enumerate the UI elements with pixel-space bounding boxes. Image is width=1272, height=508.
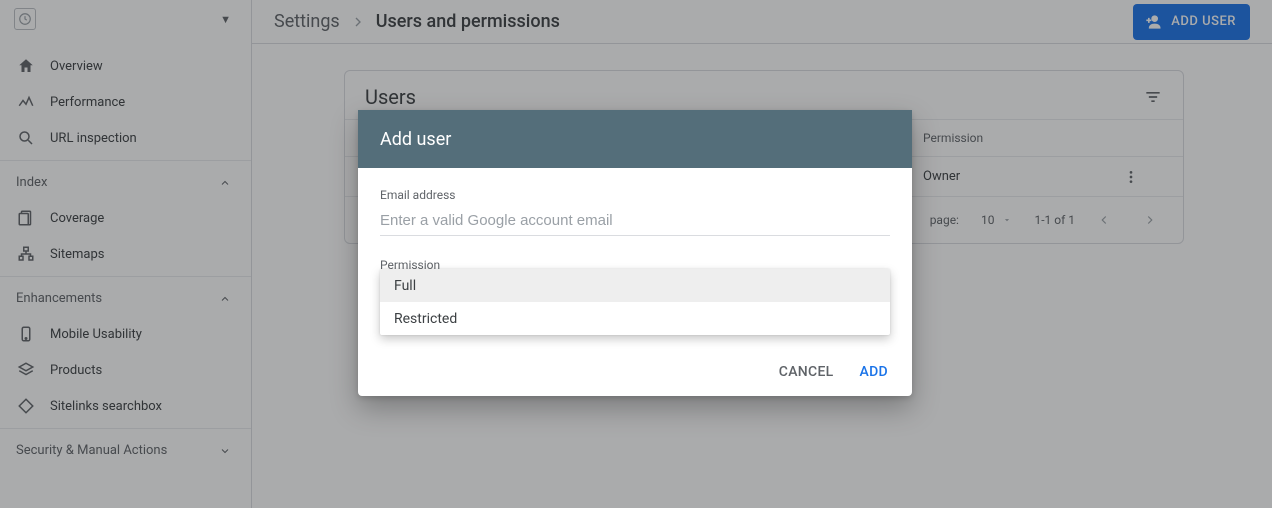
add-user-dialog: Add user Email address Permission Full R… [358,110,912,396]
email-field[interactable] [380,202,890,236]
permission-option-restricted[interactable]: Restricted [380,302,890,335]
option-label: Full [394,278,416,294]
cancel-button[interactable]: CANCEL [779,364,834,380]
add-button[interactable]: ADD [860,364,888,380]
permission-dropdown: Full Restricted [380,269,890,335]
permission-option-full[interactable]: Full [380,269,890,302]
option-label: Restricted [394,311,457,327]
email-label: Email address [380,188,890,202]
dialog-title: Add user [358,110,912,168]
